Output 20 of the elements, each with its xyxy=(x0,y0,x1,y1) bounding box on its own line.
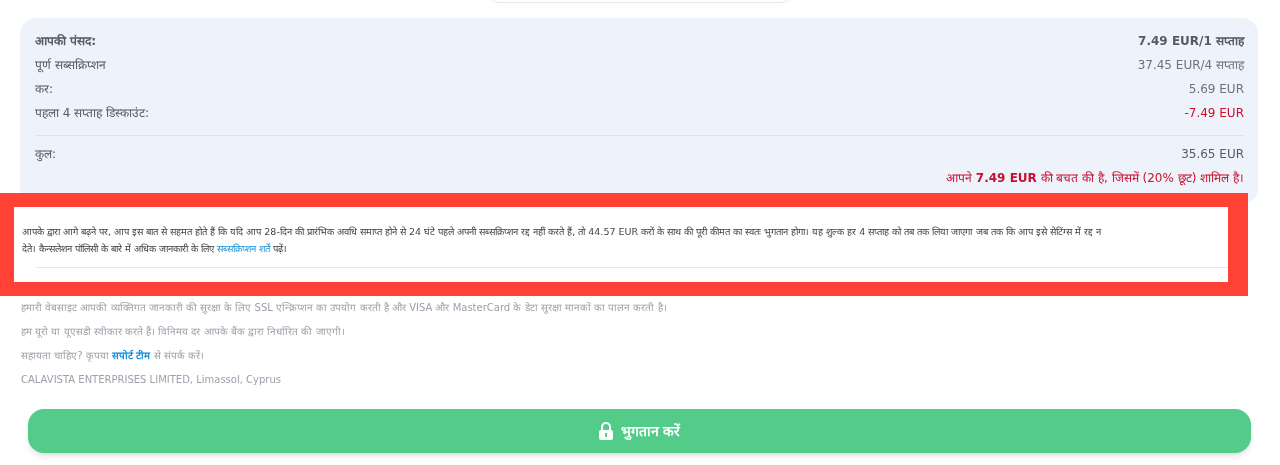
row-value: 7.49 EUR/1 सप्ताह xyxy=(1138,33,1244,50)
support-link[interactable]: सपोर्ट टीम xyxy=(111,350,151,361)
pay-button[interactable]: भुगतान करें xyxy=(28,409,1251,453)
row-label: कर: xyxy=(35,81,54,98)
row-label: पूर्ण सब्सक्रिप्शन xyxy=(35,57,106,75)
row-label: आपकी पंसद: xyxy=(35,33,96,50)
row-value: 37.45 EUR/4 सप्ताह xyxy=(1137,57,1244,74)
total-label: कुल: xyxy=(35,146,57,164)
notice-text: आपके द्वारा आगे बढ़ने पर, आप इस बात से सहमत होते हैं कि यदि आप 28-दिन की प्रारंभिक अवधि समाप्त होने से 24 घंटे पहले अपनी सब्सक्रिप्शन रद्द नहीं करते हैं, तो 44.57 EUR करों के साथ की पूरी कीमत का स्वतः भुगतान होगा। यह शुल्क हर 4 सप्ताह को तब तक लिया जाएगा जब तक कि आप इसे सेटिंग्स में रद्द न देते। कैन्सलेशन पॉलिसी के बारे में अधिक जानकारी के लिए सब्सक्रिप्शन शर्तें पढ़ें। xyxy=(22,225,1103,256)
lock-icon xyxy=(598,422,613,440)
row-value: 5.69 EUR xyxy=(1188,81,1244,98)
currency-text: हम यूरो या यूएसडी स्वीकार करते हैं। विनिमय दर आपके बैंक द्वारा निर्धारित की जाएगी। xyxy=(21,325,346,340)
terms-link[interactable]: सब्सक्रिप्शन शर्तें xyxy=(217,243,271,254)
discount-value: -7.49 EUR xyxy=(1184,105,1244,122)
company-text: CALAVISTA ENTERPRISES LIMITED, Limassol, Cyprus xyxy=(21,373,282,387)
security-text: हमारी वेबसाइट आपकी व्यक्तिगत जानकारी की सुरक्षा के लिए SSL एन्क्रिप्शन का उपयोग करती है और VISA और MasterCard के डेटा सुरक्षा मानकों का पालन करती है। xyxy=(21,301,668,316)
total-value: 35.65 EUR xyxy=(1181,146,1244,163)
savings-note: आपने 7.49 EUR की बचत की है, जिसमें (20% छूट) शामिल है। xyxy=(946,170,1244,188)
support-text: सहायता चाहिए? कृपया सपोर्ट टीम से संपर्क करें। xyxy=(21,348,205,364)
row-label: पहला 4 सप्ताह डिस्काउंट: xyxy=(35,105,150,122)
